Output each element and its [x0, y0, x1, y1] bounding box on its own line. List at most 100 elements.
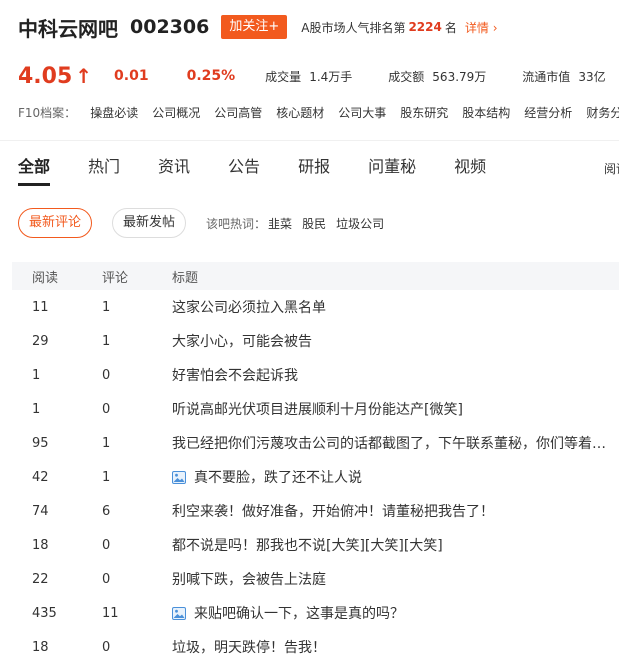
post-title-link[interactable]: 大家小心，可能会被告 [172, 331, 619, 351]
table-row[interactable]: 1 0 好害怕会不会起诉我 [12, 358, 619, 392]
post-title: 来贴吧确认一下，这事是真的吗？ [194, 606, 404, 622]
table-row[interactable]: 435 11 来贴吧确认一下，这事是真的吗？ [12, 596, 619, 630]
hot-word[interactable]: 韭菜 [268, 215, 292, 232]
post-title-link[interactable]: 利空来袭！做好准备，开始俯冲！请董秘把我告了！ [172, 501, 619, 521]
table-row[interactable]: 11 1 这家公司必须拉入黑名单 [12, 290, 619, 324]
post-title-link[interactable]: 来贴吧确认一下，这事是真的吗？ [172, 603, 619, 623]
read-count: 22 [32, 571, 49, 587]
f10-item[interactable]: 股本结构 [462, 104, 510, 121]
f10-item[interactable]: 公司大事 [338, 104, 386, 121]
read-count: 74 [32, 503, 49, 519]
post-title: 都不说是吗！那我也不说[大笑][大笑][大笑] [172, 538, 443, 554]
f10-nav: F10档案： 操盘必读 公司概况 公司高管 核心题材 公司大事 股东研究 股本结… [18, 103, 619, 121]
post-title: 听说高邮光伏项目进展顺利十月份能达产[微笑] [172, 402, 463, 418]
table-row[interactable]: 74 6 利空来袭！做好准备，开始俯冲！请董秘把我告了！ [12, 494, 619, 528]
post-title-link[interactable]: 都不说是吗！那我也不说[大笑][大笑][大笑] [172, 535, 619, 555]
stock-header: 中科云网吧 002306 加关注+ A股市场人气排名第 2224 名 详情 › [18, 12, 498, 42]
tab-research[interactable]: 研报 [298, 152, 330, 186]
header-comment: 评论 [102, 270, 129, 286]
read-count: 435 [32, 605, 57, 621]
tab-hot[interactable]: 热门 [88, 152, 120, 186]
price-change: 0.01 [114, 68, 149, 84]
f10-label: F10档案： [18, 105, 77, 120]
f10-item[interactable]: 财务分析 [586, 104, 619, 121]
f10-item[interactable]: 核心题材 [276, 104, 324, 121]
f10-item[interactable]: 操盘必读 [90, 104, 138, 121]
post-title: 好害怕会不会起诉我 [172, 368, 298, 384]
rank-prefix: A股市场人气排名第 [301, 20, 406, 35]
latest-comment-button[interactable]: 最新评论 [18, 208, 93, 238]
post-title: 我已经把你们污蔑攻击公司的话都截图了，下午联系董秘，你们等着吃官司吧 [172, 436, 613, 452]
tab-bar: 全部 热门 资讯 公告 研报 问董秘 视频 [18, 152, 524, 186]
post-title: 真不要脸，跌了还不让人说 [194, 470, 362, 486]
post-title: 大家小心，可能会被告 [172, 334, 312, 350]
table-row[interactable]: 29 1 大家小心，可能会被告 [12, 324, 619, 358]
post-title: 利空来袭！做好准备，开始俯冲！请董秘把我告了！ [172, 504, 494, 520]
post-title-link[interactable]: 别喊下跌，会被告上法庭 [172, 569, 619, 589]
f10-item[interactable]: 公司高管 [214, 104, 262, 121]
turnover-label: 成交额 [388, 69, 425, 84]
read-count: 95 [32, 435, 49, 451]
table-row[interactable]: 18 0 垃圾，明天跌停！告我！ [12, 630, 619, 662]
header-read: 阅读 [32, 270, 59, 286]
post-title: 垃圾，明天跌停！告我！ [172, 640, 326, 656]
read-count: 18 [32, 639, 49, 655]
comment-count: 11 [102, 605, 119, 621]
follow-button[interactable]: 加关注+ [221, 15, 288, 39]
read-count: 1 [32, 367, 41, 383]
table-row[interactable]: 22 0 别喊下跌，会被告上法庭 [12, 562, 619, 596]
detail-link[interactable]: 详情 › [465, 19, 498, 36]
table-row[interactable]: 18 0 都不说是吗！那我也不说[大笑][大笑][大笑] [12, 528, 619, 562]
table-header: 阅读 评论 标题 [12, 262, 619, 290]
f10-item[interactable]: 经营分析 [524, 104, 572, 121]
current-price: 4.05 [18, 63, 73, 89]
comment-count: 1 [102, 299, 111, 315]
rank-unit: 名 [444, 20, 457, 35]
hot-word[interactable]: 垃圾公司 [336, 215, 384, 232]
read-count: 29 [32, 333, 49, 349]
post-title: 别喊下跌，会被告上法庭 [172, 572, 326, 588]
post-title-link[interactable]: 听说高邮光伏项目进展顺利十月份能达产[微笑] [172, 399, 619, 419]
tab-read-sort[interactable]: 阅读 [604, 160, 619, 177]
volume-value: 1.4万手 [309, 69, 353, 84]
hot-word[interactable]: 股民 [302, 215, 326, 232]
stock-name: 中科云网吧 [18, 16, 118, 41]
f10-item[interactable]: 股东研究 [400, 104, 448, 121]
comment-count: 1 [102, 333, 111, 349]
table-row[interactable]: 42 1 真不要脸，跌了还不让人说 [12, 460, 619, 494]
tab-announcements[interactable]: 公告 [228, 152, 260, 186]
post-title-link[interactable]: 我已经把你们污蔑攻击公司的话都截图了，下午联系董秘，你们等着吃官司吧 [172, 433, 619, 453]
post-title-link[interactable]: 真不要脸，跌了还不让人说 [172, 467, 619, 487]
tab-news[interactable]: 资讯 [158, 152, 190, 186]
hot-words-label: 该吧热词： [206, 216, 267, 231]
post-title: 这家公司必须拉入黑名单 [172, 300, 326, 316]
latest-post-button[interactable]: 最新发帖 [112, 208, 187, 238]
image-icon [172, 470, 186, 484]
comment-count: 6 [102, 503, 111, 519]
read-count: 1 [32, 401, 41, 417]
up-arrow-icon: ↑ [75, 64, 93, 88]
float-cap-value: 33亿 [578, 69, 606, 84]
comment-count: 0 [102, 639, 111, 655]
filter-row: 最新评论 最新发帖 该吧热词： 韭菜 股民 垃圾公司 [18, 208, 384, 238]
table-body: 11 1 这家公司必须拉入黑名单 29 1 大家小心，可能会被告 1 0 好害怕会不会起诉我 1 0… [12, 290, 619, 662]
post-title-link[interactable]: 垃圾，明天跌停！告我！ [172, 637, 619, 657]
post-title-link[interactable]: 好害怕会不会起诉我 [172, 365, 619, 385]
volume-label: 成交量 [265, 69, 302, 84]
post-title-link[interactable]: 这家公司必须拉入黑名单 [172, 297, 619, 317]
image-icon [172, 606, 186, 620]
table-row[interactable]: 1 0 听说高邮光伏项目进展顺利十月份能达产[微笑] [12, 392, 619, 426]
f10-item[interactable]: 公司概况 [152, 104, 200, 121]
table-row[interactable]: 95 1 我已经把你们污蔑攻击公司的话都截图了，下午联系董秘，你们等着吃官司吧 [12, 426, 619, 460]
read-count: 42 [32, 469, 49, 485]
tab-ask-secretary[interactable]: 问董秘 [368, 152, 416, 186]
read-count: 18 [32, 537, 49, 553]
post-table: 阅读 评论 标题 11 1 这家公司必须拉入黑名单 29 1 大家小心，可能会被告 1 0 好害… [12, 262, 619, 662]
tab-video[interactable]: 视频 [454, 152, 486, 186]
tab-all[interactable]: 全部 [18, 152, 51, 186]
divider [0, 140, 619, 141]
float-cap-label: 流通市值 [522, 69, 571, 84]
comment-count: 1 [102, 435, 111, 451]
header-title: 标题 [172, 270, 199, 286]
comment-count: 0 [102, 367, 111, 383]
